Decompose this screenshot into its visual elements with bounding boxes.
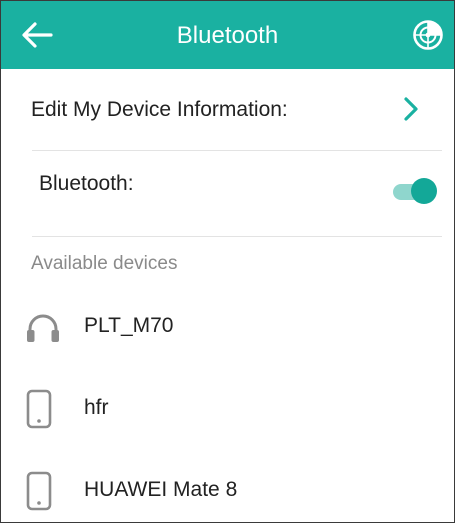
device-item-huawei-mate-8[interactable]: HUAWEI Mate 8 bbox=[1, 451, 454, 522]
bluetooth-toggle[interactable] bbox=[391, 176, 439, 206]
mobile-phone-icon bbox=[26, 389, 52, 429]
available-devices-heading: Available devices bbox=[31, 253, 178, 274]
edit-device-info-label[interactable]: Edit My Device Information: bbox=[31, 98, 288, 122]
chevron-right-icon[interactable] bbox=[401, 95, 421, 123]
headphones-icon bbox=[27, 314, 59, 342]
device-name: PLT_M70 bbox=[84, 314, 174, 337]
page-title: Bluetooth bbox=[176, 22, 279, 49]
radar-scan-icon[interactable] bbox=[412, 19, 444, 51]
device-item-plt-m70[interactable]: PLT_M70 bbox=[1, 289, 454, 369]
divider bbox=[32, 150, 442, 151]
title-bar: Bluetooth bbox=[1, 1, 454, 69]
divider bbox=[32, 236, 442, 237]
bluetooth-screen: Bluetooth Edit My Device Information: Bl… bbox=[0, 0, 455, 523]
device-name: hfr bbox=[84, 396, 109, 419]
device-item-hfr[interactable]: hfr bbox=[1, 369, 454, 449]
back-arrow-icon[interactable] bbox=[21, 21, 53, 49]
device-name: HUAWEI Mate 8 bbox=[84, 478, 238, 501]
toggle-thumb bbox=[411, 178, 437, 204]
mobile-phone-icon bbox=[26, 471, 52, 511]
bluetooth-label: Bluetooth: bbox=[39, 172, 134, 195]
